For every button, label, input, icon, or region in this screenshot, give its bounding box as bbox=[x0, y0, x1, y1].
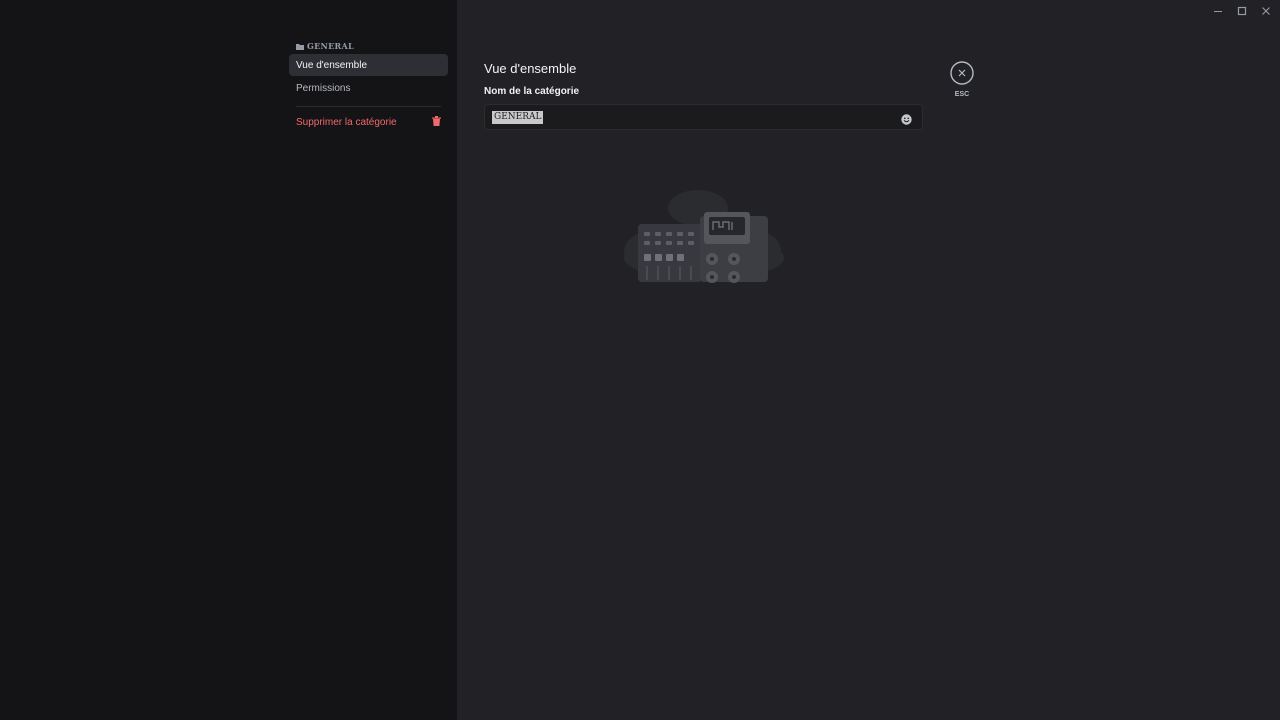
close-button[interactable] bbox=[950, 61, 974, 85]
window-close-icon[interactable] bbox=[1259, 4, 1273, 18]
category-name-input[interactable]: GENERAL bbox=[484, 104, 923, 130]
delete-category-label: Supprimer la catégorie bbox=[296, 116, 397, 128]
sidebar-item-permissions[interactable]: Permissions bbox=[289, 77, 448, 99]
minimize-icon[interactable] bbox=[1211, 4, 1225, 18]
sidebar-item-label: Vue d'ensemble bbox=[296, 59, 368, 71]
emoji-icon[interactable] bbox=[901, 112, 912, 125]
delete-category-button[interactable]: Supprimer la catégorie bbox=[289, 111, 448, 133]
close-icon bbox=[950, 61, 974, 85]
settings-sidebar: GENERAL Vue d'ensemble Permissions Suppr… bbox=[0, 0, 457, 720]
category-name-label: Nom de la catégorie bbox=[484, 86, 580, 97]
sidebar-item-label: Permissions bbox=[296, 82, 351, 94]
trash-icon bbox=[432, 115, 441, 129]
maximize-icon[interactable] bbox=[1235, 4, 1249, 18]
esc-label: ESC bbox=[954, 91, 970, 98]
soundboard-illustration bbox=[620, 186, 788, 288]
sidebar-divider bbox=[296, 106, 441, 107]
page-title: Vue d'ensemble bbox=[484, 61, 577, 76]
category-header: GENERAL bbox=[296, 40, 354, 52]
sidebar-item-overview[interactable]: Vue d'ensemble bbox=[289, 54, 448, 76]
folder-icon bbox=[296, 43, 304, 50]
category-name-value[interactable]: GENERAL bbox=[492, 111, 544, 124]
category-header-label: GENERAL bbox=[307, 41, 354, 51]
